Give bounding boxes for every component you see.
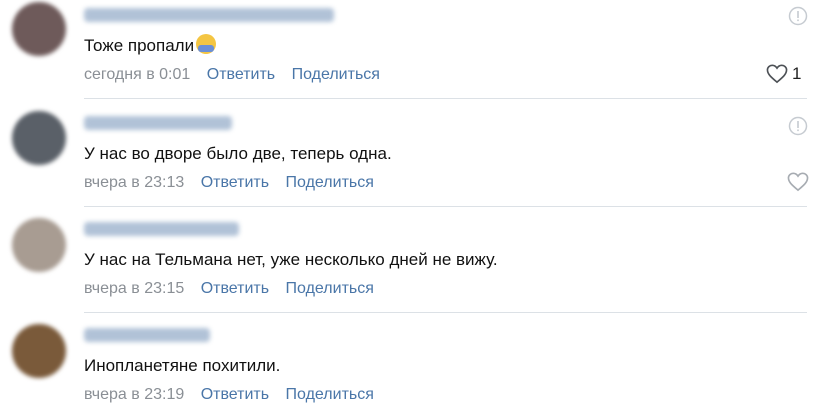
share-button[interactable]: Поделиться: [286, 280, 374, 297]
emoji-icon: [196, 34, 217, 54]
share-button[interactable]: Поделиться: [292, 66, 380, 83]
comment-text: У нас на Тельмана нет, уже несколько дне…: [84, 250, 498, 269]
avatar[interactable]: [12, 111, 66, 165]
timestamp[interactable]: вчера в 23:19: [84, 386, 184, 403]
heart-icon: [766, 64, 788, 84]
comment-meta: сегодня в 0:01 Ответить Поделиться: [84, 66, 380, 84]
comment-text: Инопланетяне похитили.: [84, 356, 281, 375]
comment-item: Инопланетяне похитили. вчера в 23:19 Отв…: [0, 314, 834, 418]
share-button[interactable]: Поделиться: [286, 386, 374, 403]
comment-meta: вчера в 23:19 Ответить Поделиться: [84, 386, 374, 404]
avatar[interactable]: [12, 218, 66, 272]
comment-text-content: Тоже пропали: [84, 36, 195, 55]
like-button[interactable]: [787, 172, 809, 194]
info-icon[interactable]: [788, 116, 808, 136]
comment-text: Тоже пропали: [84, 34, 217, 56]
author-name[interactable]: [84, 116, 232, 130]
author-name[interactable]: [84, 8, 334, 22]
comment-item: Тоже пропали сегодня в 0:01 Ответить Под…: [0, 0, 834, 100]
comment-item: У нас во дворе было две, теперь одна. вч…: [0, 100, 834, 208]
avatar[interactable]: [12, 324, 66, 378]
comment-item: У нас на Тельмана нет, уже несколько дне…: [0, 208, 834, 314]
share-button[interactable]: Поделиться: [286, 174, 374, 191]
reply-button[interactable]: Ответить: [201, 174, 269, 191]
divider: [84, 98, 807, 99]
reply-button[interactable]: Ответить: [207, 66, 275, 83]
divider: [84, 206, 807, 207]
author-name[interactable]: [84, 222, 239, 236]
divider: [84, 312, 807, 313]
timestamp[interactable]: вчера в 23:15: [84, 280, 184, 297]
heart-icon: [787, 172, 809, 192]
timestamp[interactable]: сегодня в 0:01: [84, 66, 190, 83]
avatar[interactable]: [12, 2, 66, 56]
comment-text: У нас во дворе было две, теперь одна.: [84, 144, 392, 163]
comment-meta: вчера в 23:13 Ответить Поделиться: [84, 174, 374, 192]
comment-meta: вчера в 23:15 Ответить Поделиться: [84, 280, 374, 298]
info-icon[interactable]: [788, 6, 808, 26]
reply-button[interactable]: Ответить: [201, 280, 269, 297]
author-name[interactable]: [84, 328, 210, 342]
reply-button[interactable]: Ответить: [201, 386, 269, 403]
timestamp[interactable]: вчера в 23:13: [84, 174, 184, 191]
like-count: 1: [792, 64, 802, 83]
like-button[interactable]: 1: [766, 64, 801, 86]
